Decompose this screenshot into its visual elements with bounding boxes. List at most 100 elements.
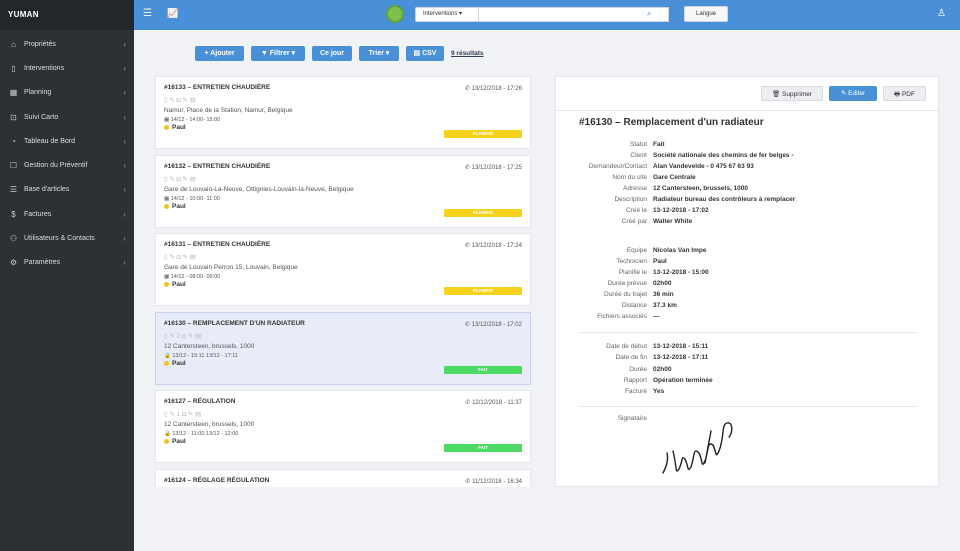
app-logo[interactable]: YUMAN bbox=[0, 0, 134, 30]
sort-button[interactable]: Trier ▾ bbox=[359, 46, 399, 61]
sidebar-item-factures[interactable]: $ Factures ‹ bbox=[0, 202, 134, 226]
status-dot-icon bbox=[164, 125, 169, 130]
detail-field: Durée du trajet 36 min bbox=[556, 291, 674, 300]
field-label: Durée bbox=[629, 365, 647, 373]
intervention-card[interactable]: #16127 – RÉGULATION ✆ 12/12/2018 - 11:37 ▯… bbox=[155, 390, 531, 463]
dashboard-icon: ◔ bbox=[11, 136, 16, 146]
search-scope-select[interactable]: Interventions ▾ bbox=[415, 7, 479, 22]
chevron-left-icon: ‹ bbox=[123, 112, 126, 122]
card-address: 12 Cantersteen, brussels, 1000 bbox=[164, 343, 255, 350]
field-value: 13-12-2018 - 17:11 bbox=[653, 354, 709, 362]
technician-name: Paul bbox=[172, 203, 186, 210]
intervention-card[interactable]: #16133 – ENTRETIEN CHAUDIÈRE ✆ 13/12/2018… bbox=[155, 76, 531, 149]
detail-field: Description Radiateur bureau des contrôle… bbox=[556, 196, 795, 205]
technician-name: Paul bbox=[172, 438, 186, 445]
sidebar-item-suivi-carto[interactable]: ⊡ Suivi Carto ‹ bbox=[0, 105, 134, 129]
user-icon[interactable]: ♙ bbox=[937, 8, 946, 19]
card-time-slot: ▦ 14/12 - 14:00- 15:00 bbox=[164, 117, 221, 123]
today-button[interactable]: Ce jour bbox=[312, 46, 352, 61]
detail-field: Client Société nationale des chemins de f… bbox=[556, 152, 793, 161]
square-icon: ☐ bbox=[9, 161, 18, 171]
technician-name: Paul bbox=[172, 124, 186, 131]
intervention-list: #16133 – ENTRETIEN CHAUDIÈRE ✆ 13/12/2018… bbox=[155, 76, 531, 487]
pdf-button[interactable]: 🖶 PDF bbox=[883, 86, 926, 101]
chevron-left-icon: ‹ bbox=[123, 88, 126, 98]
card-attachment-icons: ▯ ✎ ◘ ✎ ▤ bbox=[164, 176, 196, 183]
sidebar-item-planning[interactable]: ▦ Planning ‹ bbox=[0, 81, 134, 105]
intervention-card[interactable]: #16132 – ENTRETIEN CHAUDIÈRE ✆ 13/12/2018… bbox=[155, 155, 531, 228]
card-attachment-icons: ▯ ✎ 2 ◘ ✎ ▤ bbox=[164, 333, 202, 340]
phone-icon: ✆ bbox=[464, 86, 472, 92]
sidebar-item-utilisateurs-contacts[interactable]: ⚇ Utilisateurs & Contacts ‹ bbox=[0, 226, 134, 250]
field-value: Opération terminée bbox=[653, 376, 713, 384]
search-icon[interactable]: ⌕ bbox=[647, 9, 651, 19]
dollar-icon: $ bbox=[11, 209, 16, 219]
chevron-left-icon: ‹ bbox=[123, 161, 126, 171]
sidebar-item-base-d-articles[interactable]: ☰ Base d'articles ‹ bbox=[0, 178, 134, 202]
field-label: Durée prévue bbox=[607, 280, 647, 287]
detail-field: Fichiers associés — bbox=[556, 313, 660, 322]
sidebar-item-param-tres[interactable]: ⚙ Paramètres ‹ bbox=[0, 251, 134, 275]
chevron-left-icon: ‹ bbox=[123, 209, 126, 219]
field-label: Durée du trajet bbox=[604, 291, 647, 298]
add-button[interactable]: + Ajouter bbox=[195, 46, 244, 61]
field-label: Créé par bbox=[621, 218, 647, 225]
result-count[interactable]: 9 résultats bbox=[451, 50, 484, 57]
brand-logo-icon[interactable] bbox=[386, 5, 404, 23]
technician-name: Paul bbox=[172, 360, 186, 367]
sidebar-item-tableau-de-bord[interactable]: ◔ Tableau de Bord ‹ bbox=[0, 129, 134, 153]
filter-button[interactable]: ▼ Filtrer ▾ bbox=[251, 46, 305, 61]
status-badge: FAIT bbox=[444, 444, 522, 452]
field-value: 13-12-2018 - 15:11 bbox=[653, 343, 709, 350]
sidebar-item-gestion-du-pr-ventif[interactable]: ☐ Gestion du Préventif ‹ bbox=[0, 153, 134, 177]
card-time-slot: ▦ 14/12 - 08:00- 09:00 bbox=[164, 274, 221, 280]
field-value: — bbox=[653, 313, 660, 320]
detail-field: Durée prévue 02h00 bbox=[556, 280, 672, 289]
card-attachment-icons: ▯ ✎ 1 ◘ ✎ ▤ bbox=[164, 411, 202, 418]
chart-icon[interactable]: 📈 bbox=[167, 8, 178, 19]
intervention-card[interactable]: #16124 – RÉGLAGE RÉGULATION ✆ 11/12/2018 … bbox=[155, 469, 531, 487]
field-label: Demandeur/Contact bbox=[588, 163, 647, 170]
card-date-text: 11/12/2018 - 16:34 bbox=[472, 479, 522, 485]
field-value: 13-12-2018 - 15:00 bbox=[653, 269, 709, 276]
field-label: Facturé bbox=[624, 388, 647, 396]
intervention-card[interactable]: #16130 – REMPLACEMENT D'UN RADIATEUR ✆ 13… bbox=[155, 312, 531, 385]
chevron-left-icon: ‹ bbox=[123, 39, 126, 49]
detail-field: Planifié le 13-12-2018 - 15:00 bbox=[556, 269, 709, 278]
divider bbox=[579, 406, 917, 407]
detail-field: Créé le 13-12-2018 - 17:02 bbox=[556, 207, 709, 216]
delete-button[interactable]: 🗑 Supprimer bbox=[761, 86, 823, 101]
csv-button[interactable]: ▤ CSV bbox=[406, 46, 444, 61]
card-date-text: 13/12/2018 - 17:25 bbox=[471, 165, 522, 171]
status-badge: PLANIFIÉ bbox=[444, 287, 522, 295]
card-address: Gare de Louvain Perron 15, Louvain, Belg… bbox=[164, 264, 298, 271]
detail-field: Statut Fait bbox=[556, 141, 665, 150]
edit-button[interactable]: ✎ Editer bbox=[829, 86, 877, 101]
card-time-slot: 🔒 13/12 - 15:11 13/12 - 17:11 bbox=[164, 353, 238, 359]
home-icon: ⌂ bbox=[11, 39, 16, 49]
language-button[interactable]: Langue bbox=[684, 6, 728, 22]
field-value: Alan Vandevelde - 0 475 67 63 93 bbox=[653, 163, 754, 170]
menu-icon[interactable]: ☰ bbox=[143, 8, 152, 19]
chevron-left-icon: ‹ bbox=[123, 185, 126, 195]
card-address: 12 Cantersteen, brussels, 1000 bbox=[164, 421, 255, 428]
sidebar-item-propri-t-s[interactable]: ⌂ Propriétés ‹ bbox=[0, 32, 134, 56]
signature-row: Signataire bbox=[556, 415, 653, 424]
status-dot-icon bbox=[164, 439, 169, 444]
search-input[interactable] bbox=[479, 7, 669, 22]
chevron-left-icon: ‹ bbox=[123, 234, 126, 244]
field-label: Créé le bbox=[626, 207, 647, 214]
detail-field: Créé par Walter White bbox=[556, 218, 692, 227]
status-badge: PLANIFIÉ bbox=[444, 130, 522, 138]
field-value: Fait bbox=[653, 141, 665, 148]
sidebar-item-label: Planning bbox=[24, 89, 52, 97]
detail-field: Equipe Nicolas Van Impe bbox=[556, 247, 707, 256]
sidebar-item-label: Interventions bbox=[24, 64, 65, 72]
field-value: Yes bbox=[653, 388, 665, 396]
chevron-left-icon: ‹ bbox=[123, 63, 126, 73]
intervention-card[interactable]: #16131 – ENTRETIEN CHAUDIÈRE ✆ 13/12/2018… bbox=[155, 233, 531, 306]
sidebar-item-interventions[interactable]: ▯ Interventions ‹ bbox=[0, 56, 134, 80]
technician-name: Paul bbox=[172, 281, 186, 288]
field-value: 13-12-2018 - 17:02 bbox=[653, 207, 709, 214]
card-time-slot: 🔒 13/12 - 11:00 13/12 - 12:00 bbox=[164, 431, 239, 437]
